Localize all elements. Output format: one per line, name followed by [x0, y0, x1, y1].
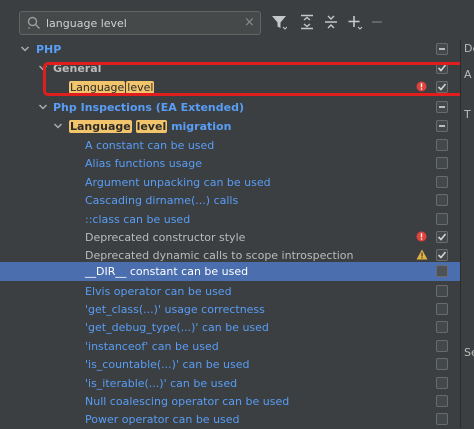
- ea-extended-checkbox[interactable]: [436, 100, 448, 113]
- filter-icon[interactable]: [270, 13, 288, 31]
- tree-row-inspection[interactable]: 'is_iterable(...)' can be used: [0, 374, 460, 392]
- tree-row-php[interactable]: PHP: [0, 40, 460, 58]
- inspection-label: A constant can be used: [85, 139, 215, 152]
- inspection-checkbox[interactable]: [436, 249, 448, 262]
- chevron-down-icon[interactable]: [38, 102, 48, 112]
- description-text: A: [464, 68, 472, 81]
- tree-row-ea-extended[interactable]: Php Inspections (EA Extended): [0, 98, 460, 116]
- inspection-label: Elvis operator can be used: [85, 284, 232, 298]
- inspection-checkbox[interactable]: [436, 284, 448, 297]
- inspection-checkbox[interactable]: [436, 231, 448, 243]
- inspection-checkbox[interactable]: [436, 376, 448, 389]
- inspection-label: 'instanceof' can be used: [85, 339, 219, 353]
- tree-row-inspection-selected[interactable]: __DIR__ constant can be used: [0, 262, 460, 281]
- inspection-checkbox[interactable]: [436, 139, 448, 151]
- warning-icon: [416, 249, 428, 260]
- inspection-label: Power operator can be used: [85, 413, 240, 427]
- chevron-down-icon[interactable]: [53, 121, 63, 131]
- tree-row-inspection[interactable]: Elvis operator can be used: [0, 282, 460, 300]
- tree-row-inspection[interactable]: 'get_class(...)' usage correctness: [0, 300, 460, 318]
- toolbar: ×: [0, 0, 474, 40]
- expand-all-icon[interactable]: [298, 13, 316, 31]
- inspection-label: 'is_iterable(...)' can be used: [85, 376, 238, 390]
- search-icon: [27, 16, 41, 33]
- migration-checkbox[interactable]: [436, 119, 448, 132]
- add-icon[interactable]: [346, 13, 364, 31]
- php-group-label: PHP: [36, 43, 62, 56]
- search-input[interactable]: [46, 14, 236, 32]
- description-title: De: [464, 42, 474, 55]
- inspection-label: Argument unpacking can be used: [85, 175, 271, 189]
- inspection-checkbox[interactable]: [436, 395, 448, 407]
- annotation-highlight-box: [43, 62, 465, 96]
- inspection-label: 'get_class(...)' usage correctness: [85, 303, 265, 316]
- inspection-checkbox[interactable]: [436, 339, 448, 352]
- inspection-checkbox[interactable]: [436, 358, 448, 371]
- tree-row-inspection[interactable]: Power operator can be used: [0, 410, 460, 428]
- clear-search-icon[interactable]: ×: [244, 14, 255, 32]
- inspection-checkbox[interactable]: [436, 212, 448, 225]
- tree-row-inspection[interactable]: Deprecated constructor style: [0, 228, 460, 246]
- inspection-label: Alias functions usage: [85, 157, 202, 171]
- tree-row-language-level-migration[interactable]: Language level migration: [0, 117, 460, 135]
- inspection-label: ::class can be used: [85, 212, 191, 226]
- search-field[interactable]: ×: [19, 11, 261, 35]
- tree-row-inspection[interactable]: Cascading dirname(...) calls: [0, 191, 460, 209]
- description-text: Se: [464, 346, 474, 359]
- inspection-label: Deprecated dynamic calls to scope intros…: [85, 249, 354, 263]
- tree-row-inspection[interactable]: Null coalescing operator can be used: [0, 392, 460, 410]
- tree-row-inspection[interactable]: Alias functions usage: [0, 154, 460, 172]
- tree-row-inspection[interactable]: ::class can be used: [0, 210, 460, 228]
- tree-row-inspection[interactable]: 'is_countable(...)' can be used: [0, 355, 460, 373]
- inspection-checkbox[interactable]: [436, 157, 448, 170]
- inspection-checkbox[interactable]: [436, 265, 448, 278]
- migration-group-label: Language level migration: [69, 119, 232, 133]
- inspection-label: 'get_debug_type(...)' can be used: [85, 321, 269, 335]
- error-icon: [416, 231, 427, 242]
- ea-extended-group-label: Php Inspections (EA Extended): [53, 100, 244, 114]
- inspection-checkbox[interactable]: [436, 413, 448, 426]
- inspection-label: Null coalescing operator can be used: [85, 395, 290, 408]
- remove-icon[interactable]: [368, 13, 386, 31]
- php-checkbox[interactable]: [436, 43, 448, 55]
- tree-row-inspection[interactable]: 'instanceof' can be used: [0, 337, 460, 355]
- tree-row-inspection[interactable]: Argument unpacking can be used: [0, 173, 460, 191]
- collapse-all-icon[interactable]: [322, 13, 340, 31]
- tree-row-inspection[interactable]: 'get_debug_type(...)' can be used: [0, 318, 460, 336]
- description-text: T: [464, 108, 471, 121]
- inspection-label: 'is_countable(...)' can be used: [85, 358, 250, 372]
- tree-row-inspection[interactable]: A constant can be used: [0, 136, 460, 154]
- inspection-checkbox[interactable]: [436, 321, 448, 334]
- inspection-label: Deprecated constructor style: [85, 231, 246, 244]
- inspection-checkbox[interactable]: [436, 194, 448, 207]
- inspection-label: __DIR__ constant can be used: [85, 265, 249, 279]
- inspections-tree: PHP General Language level Php Inspection…: [0, 40, 460, 428]
- inspection-checkbox[interactable]: [436, 175, 448, 188]
- chevron-down-icon[interactable]: [20, 44, 30, 54]
- description-pane: De A T Se: [461, 40, 474, 428]
- inspection-checkbox[interactable]: [436, 303, 448, 315]
- inspection-label: Cascading dirname(...) calls: [85, 194, 239, 208]
